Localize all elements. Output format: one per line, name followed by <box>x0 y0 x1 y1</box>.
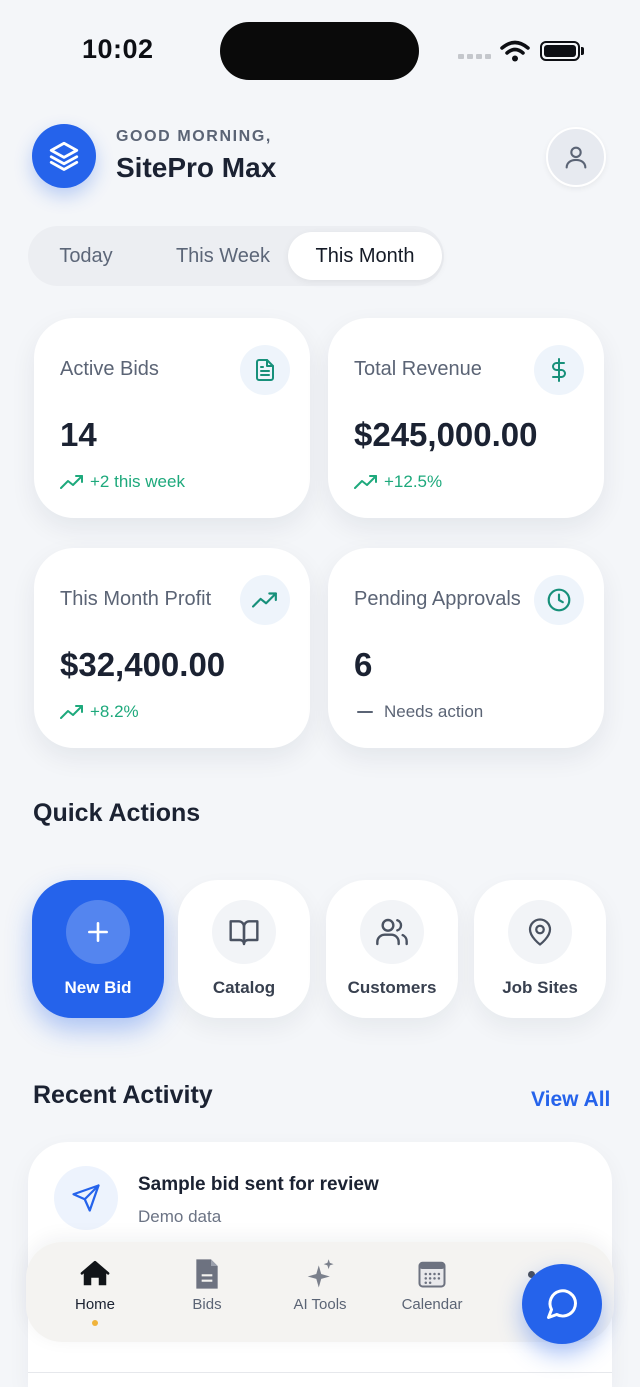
tab-today[interactable]: Today <box>36 232 136 280</box>
nav-calendar[interactable]: Calendar <box>382 1256 482 1313</box>
chat-button[interactable] <box>522 1264 602 1344</box>
chat-icon <box>547 1289 577 1319</box>
nav-bids[interactable]: Bids <box>157 1256 257 1313</box>
quick-actions-title: Quick Actions <box>33 799 201 827</box>
customers-button[interactable]: Customers <box>326 880 458 1018</box>
book-icon <box>212 900 276 964</box>
file-icon <box>157 1256 257 1292</box>
nav-home[interactable]: Home <box>45 1256 145 1313</box>
activity-title: Sample bid sent for review <box>138 1174 379 1195</box>
status-time: 10:02 <box>82 34 154 64</box>
dynamic-island <box>220 22 419 80</box>
stat-trend-text: +2 this week <box>90 472 185 491</box>
send-icon <box>54 1166 118 1230</box>
stat-value: 6 <box>354 646 373 683</box>
clock-icon <box>534 575 584 625</box>
signal-icon <box>458 54 491 59</box>
nav-label: Bids <box>192 1296 222 1313</box>
recent-activity-title: Recent Activity <box>33 1081 213 1109</box>
stat-trend-text: Needs action <box>384 702 484 721</box>
document-icon <box>240 345 290 395</box>
stat-label: Pending Approvals <box>354 588 521 610</box>
job-sites-button[interactable]: Job Sites <box>474 880 606 1018</box>
stat-trend-text: +12.5% <box>384 472 443 491</box>
battery-tip <box>581 47 584 55</box>
new-bid-button[interactable]: New Bid <box>32 880 164 1018</box>
nav-ai-tools[interactable]: AI Tools <box>270 1256 370 1313</box>
stat-label: This Month Profit <box>60 588 212 610</box>
qa-label: Job Sites <box>502 978 578 997</box>
app-logo[interactable] <box>32 124 96 188</box>
stat-trend: +12.5% <box>354 472 442 492</box>
active-indicator <box>92 1320 98 1326</box>
qa-label: New Bid <box>64 978 132 997</box>
plus-icon <box>66 900 130 964</box>
map-pin-icon <box>508 900 572 964</box>
app-name: SitePro Max <box>116 152 277 183</box>
stat-card-month-profit[interactable]: This Month Profit $32,400.00 +8.2% <box>34 548 310 748</box>
dollar-icon <box>534 345 584 395</box>
users-icon <box>360 900 424 964</box>
qa-label: Catalog <box>212 978 276 997</box>
stat-value: 14 <box>60 416 97 453</box>
stat-trend: Needs action <box>354 702 483 722</box>
dash-icon <box>357 711 373 713</box>
view-all-link[interactable]: View All <box>531 1088 610 1112</box>
tab-this-month[interactable]: This Month <box>288 232 442 280</box>
catalog-button[interactable]: Catalog <box>178 880 310 1018</box>
stat-label: Total Revenue <box>354 358 482 380</box>
stat-trend-text: +8.2% <box>90 702 139 721</box>
trending-up-icon <box>240 575 290 625</box>
stat-trend: +2 this week <box>60 472 185 492</box>
divider <box>28 1372 612 1373</box>
tab-this-week[interactable]: This Week <box>148 232 298 280</box>
home-icon <box>45 1256 145 1292</box>
battery-icon <box>540 41 580 61</box>
stat-card-active-bids[interactable]: Active Bids 14 +2 this week <box>34 318 310 518</box>
sparkle-icon <box>270 1256 370 1292</box>
stat-card-total-revenue[interactable]: Total Revenue $245,000.00 +12.5% <box>328 318 604 518</box>
period-tabs: Today This Week This Month <box>28 226 444 286</box>
layers-icon <box>49 141 79 171</box>
stat-trend: +8.2% <box>60 702 139 722</box>
nav-label: AI Tools <box>293 1296 347 1313</box>
activity-subtitle: Demo data <box>138 1207 222 1226</box>
trending-up-icon <box>60 475 83 489</box>
user-icon <box>565 146 587 169</box>
qa-label: Customers <box>347 978 437 997</box>
stat-value: $245,000.00 <box>354 416 538 453</box>
calendar-icon <box>382 1256 482 1292</box>
wifi-icon <box>500 40 530 62</box>
nav-label: Home <box>74 1296 115 1313</box>
stat-card-pending-approvals[interactable]: Pending Approvals 6 Needs action <box>328 548 604 748</box>
stat-value: $32,400.00 <box>60 646 226 683</box>
greeting: GOOD MORNING, <box>116 128 272 145</box>
nav-label: Calendar <box>401 1296 463 1313</box>
trending-up-icon <box>60 705 83 719</box>
stat-label: Active Bids <box>60 358 159 380</box>
profile-button[interactable] <box>546 127 606 187</box>
trending-up-icon <box>354 475 377 489</box>
